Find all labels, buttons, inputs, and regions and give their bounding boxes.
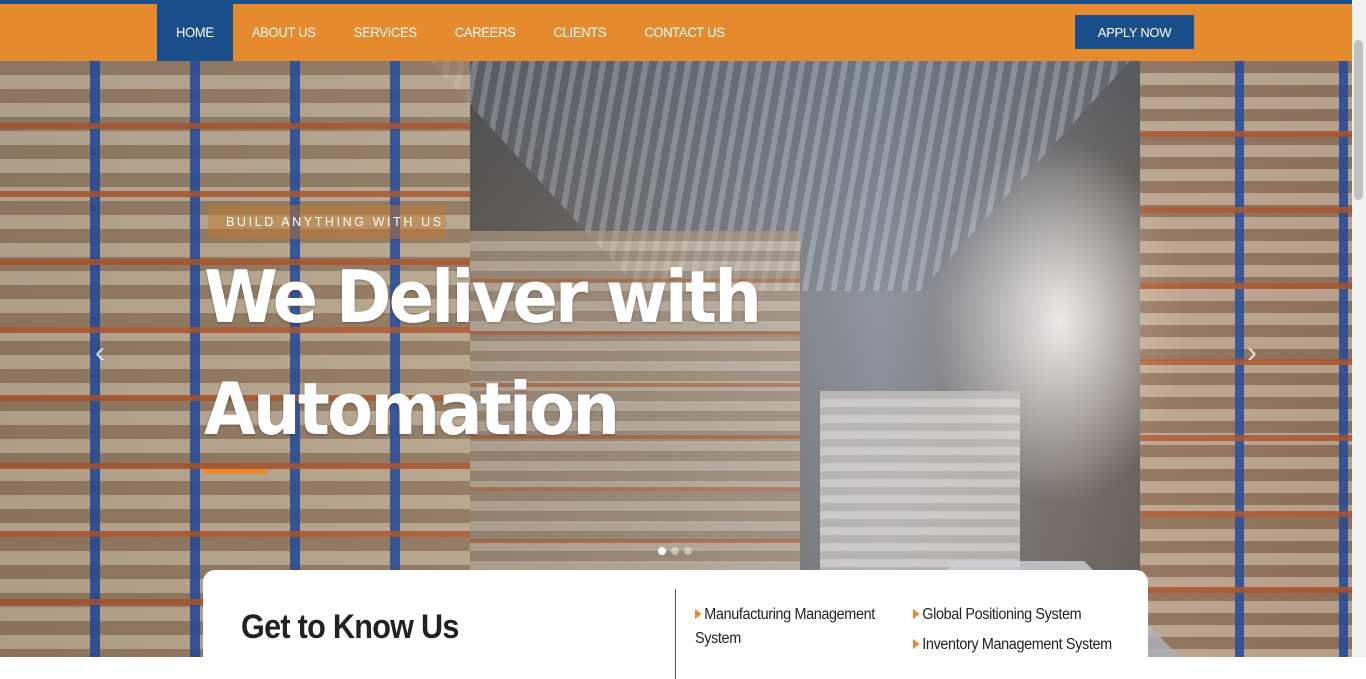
navbar: HOME ABOUT US SERVICES CAREERS CLIENTS C… xyxy=(0,2,1352,63)
feature-label: Manufacturing Management System xyxy=(695,606,875,647)
nav-item-careers[interactable]: CAREERS xyxy=(436,3,535,63)
feature-label: Inventory Management System xyxy=(922,636,1112,653)
feature-label: Global Positioning System xyxy=(922,606,1082,623)
page-scrollbar-thumb[interactable] xyxy=(1354,40,1363,200)
slider-dots xyxy=(658,547,692,555)
nav-item-contact-us[interactable]: CONTACT US xyxy=(625,3,743,63)
nav-item-about-us[interactable]: ABOUT US xyxy=(233,3,335,63)
hero-underline xyxy=(203,469,267,474)
feature-item: Inventory Management System xyxy=(913,633,1127,657)
hero-slider: BUILD ANYTHING WITH US We Deliver with A… xyxy=(0,61,1352,657)
nav-item-services[interactable]: SERVICES xyxy=(335,3,436,63)
feature-item: Global Positioning System xyxy=(913,603,1127,627)
main-nav: HOME ABOUT US SERVICES CAREERS CLIENTS C… xyxy=(157,2,744,63)
hero-headline-line-2: Automation xyxy=(204,367,620,451)
about-title: Get to Know Us xyxy=(241,608,459,646)
nav-item-home[interactable]: HOME xyxy=(157,2,233,63)
nav-item-clients[interactable]: CLIENTS xyxy=(535,3,626,63)
chevron-left-icon[interactable]: ‹ xyxy=(88,338,112,368)
about-card: Get to Know Us Manufacturing Management … xyxy=(203,570,1148,679)
feature-item: Manufacturing Management System xyxy=(695,603,881,651)
about-divider xyxy=(675,589,676,679)
hero-headline-line-1: We Deliver with xyxy=(204,255,762,339)
caret-right-icon xyxy=(695,609,702,619)
hero-kicker: BUILD ANYTHING WITH US xyxy=(208,205,446,239)
slider-dot-1[interactable] xyxy=(658,547,666,555)
hero-headline: We Deliver with Automation xyxy=(204,241,762,465)
slider-dot-3[interactable] xyxy=(684,547,692,555)
apply-now-button[interactable]: APPLY NOW xyxy=(1075,15,1194,49)
slider-dot-2[interactable] xyxy=(671,547,679,555)
caret-right-icon xyxy=(913,639,920,649)
caret-right-icon xyxy=(913,609,920,619)
chevron-right-icon[interactable]: › xyxy=(1240,338,1264,368)
